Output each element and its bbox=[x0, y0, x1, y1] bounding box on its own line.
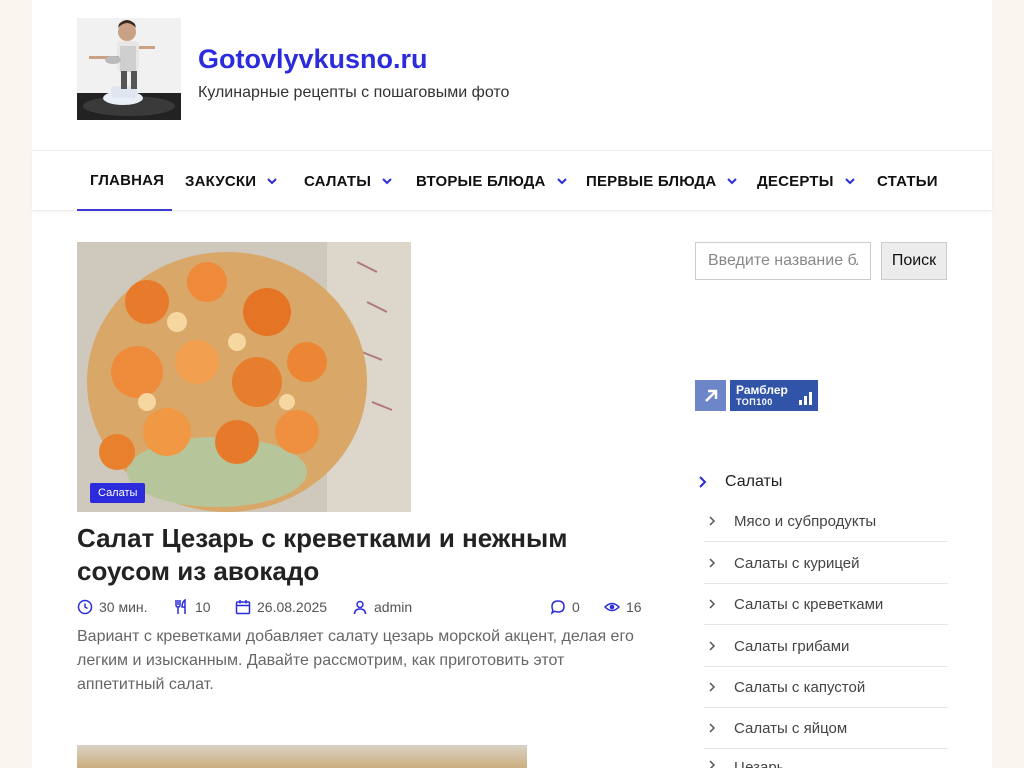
meta-time: 30 мин. bbox=[77, 597, 148, 617]
sidebar-subcategory-label: Салаты с капустой bbox=[734, 678, 866, 696]
meta-comments-value[interactable]: 0 bbox=[572, 599, 580, 615]
sidebar-subcategory-label: Цезарь bbox=[734, 759, 785, 768]
sidebar-subcategory[interactable]: Салаты с курицей bbox=[704, 543, 948, 584]
meta-date-value: 26.08.2025 bbox=[257, 599, 328, 615]
rambler-sublabel: ТОП100 bbox=[736, 397, 773, 407]
site-title[interactable]: Gotovlyvkusno.ru bbox=[198, 44, 428, 75]
nav-item-soups[interactable]: Первые блюда bbox=[586, 151, 738, 211]
site-description: Кулинарные рецепты с пошаговыми фото bbox=[198, 84, 510, 101]
nav-item-label: Вторые блюда bbox=[416, 172, 546, 190]
chevron-down-icon bbox=[266, 175, 278, 187]
nav-item-label: Главная bbox=[90, 171, 165, 189]
post-excerpt: Вариант с креветками добавляет салату це… bbox=[77, 628, 634, 693]
post-thumbnail[interactable]: Салаты bbox=[77, 242, 411, 512]
chevron-right-icon bbox=[709, 558, 716, 568]
sidebar-subcategory[interactable]: Салаты с капустой bbox=[704, 667, 948, 708]
meta-date: 26.08.2025 bbox=[235, 597, 327, 617]
meta-servings: 10 bbox=[173, 597, 211, 617]
meta-time-value: 30 мин. bbox=[99, 599, 148, 615]
chevron-right-icon bbox=[709, 760, 716, 768]
chevron-down-icon bbox=[381, 175, 393, 187]
sidebar-subcategory-label: Салаты с креветками bbox=[734, 595, 884, 613]
site-header: Gotovlyvkusno.ru Кулинарные рецепты с по… bbox=[32, 0, 992, 150]
nav-item-salads[interactable]: Салаты bbox=[304, 151, 393, 211]
page: Gotovlyvkusno.ru Кулинарные рецепты с по… bbox=[32, 0, 992, 768]
sidebar-subcategory[interactable]: Цезарь bbox=[704, 749, 948, 768]
arrow-up-right-icon bbox=[695, 380, 726, 411]
clock-icon bbox=[77, 599, 93, 615]
meta-author: admin bbox=[352, 597, 412, 617]
nav-item-label: Десерты bbox=[757, 172, 834, 190]
search-button[interactable]: Поиск bbox=[881, 242, 947, 280]
user-icon bbox=[353, 600, 367, 615]
bar-chart-icon bbox=[797, 392, 812, 405]
sidebar-category-salads[interactable]: Салаты bbox=[695, 470, 782, 494]
main-navigation: Главная Закуски Салаты Вторые блюда Перв… bbox=[32, 150, 992, 211]
meta-servings-value: 10 bbox=[195, 599, 211, 615]
eye-icon bbox=[604, 602, 620, 612]
category-badge[interactable]: Салаты bbox=[90, 483, 146, 503]
sidebar-subcategory-label: Мясо и субпродукты bbox=[734, 512, 877, 530]
sidebar-subcategory-label: Салаты с яйцом bbox=[734, 719, 848, 737]
chevron-down-icon bbox=[844, 175, 856, 187]
chevron-right-icon bbox=[709, 682, 716, 692]
sidebar-subcategory[interactable]: Мясо и субпродукты bbox=[704, 501, 948, 542]
rambler-badge: Рамблер ТОП100 bbox=[730, 380, 818, 411]
nav-item-articles[interactable]: Статьи bbox=[877, 151, 938, 211]
meta-views: 16 bbox=[604, 597, 642, 617]
meta-comments: 0 bbox=[550, 597, 580, 617]
calendar-icon bbox=[235, 600, 251, 615]
nav-item-main-dishes[interactable]: Вторые блюда bbox=[416, 151, 568, 211]
comment-icon bbox=[550, 600, 565, 615]
post-title[interactable]: Салат Цезарь с креветками и нежным соусо… bbox=[77, 522, 637, 588]
chevron-right-icon bbox=[709, 599, 716, 609]
nav-item-label: Статьи bbox=[877, 172, 938, 190]
chevron-down-icon bbox=[726, 175, 738, 187]
nav-item-label: Первые блюда bbox=[586, 172, 717, 190]
nav-item-label: Салаты bbox=[304, 172, 372, 190]
rambler-top100-counter[interactable]: Рамблер ТОП100 bbox=[695, 380, 818, 411]
site-logo[interactable] bbox=[77, 18, 181, 120]
sidebar-subcategory-label: Салаты грибами bbox=[734, 637, 850, 655]
nav-item-desserts[interactable]: Десерты bbox=[757, 151, 856, 211]
sidebar-subcategory[interactable]: Салаты с яйцом bbox=[704, 708, 948, 749]
chevron-right-icon bbox=[709, 641, 716, 651]
chevron-down-icon bbox=[556, 175, 568, 187]
chevron-right-icon bbox=[709, 723, 716, 733]
chevron-right-icon bbox=[699, 476, 707, 488]
sidebar-subcategory[interactable]: Салаты с креветками bbox=[704, 584, 948, 625]
post-thumbnail-next[interactable] bbox=[77, 745, 527, 768]
nav-item-snacks[interactable]: Закуски bbox=[185, 151, 278, 211]
chevron-right-icon bbox=[709, 516, 716, 526]
sidebar-subcategory[interactable]: Салаты грибами bbox=[704, 626, 948, 667]
sidebar-category-label: Салаты bbox=[725, 473, 783, 490]
nav-item-home[interactable]: Главная bbox=[77, 151, 172, 211]
rambler-label: Рамблер bbox=[736, 383, 788, 397]
sidebar-subcategory-label: Салаты с курицей bbox=[734, 554, 860, 572]
nav-item-label: Закуски bbox=[185, 172, 257, 190]
cutlery-icon bbox=[175, 599, 186, 614]
meta-views-value: 16 bbox=[626, 599, 642, 615]
search-input[interactable] bbox=[695, 242, 871, 280]
meta-author-value[interactable]: admin bbox=[374, 599, 412, 615]
